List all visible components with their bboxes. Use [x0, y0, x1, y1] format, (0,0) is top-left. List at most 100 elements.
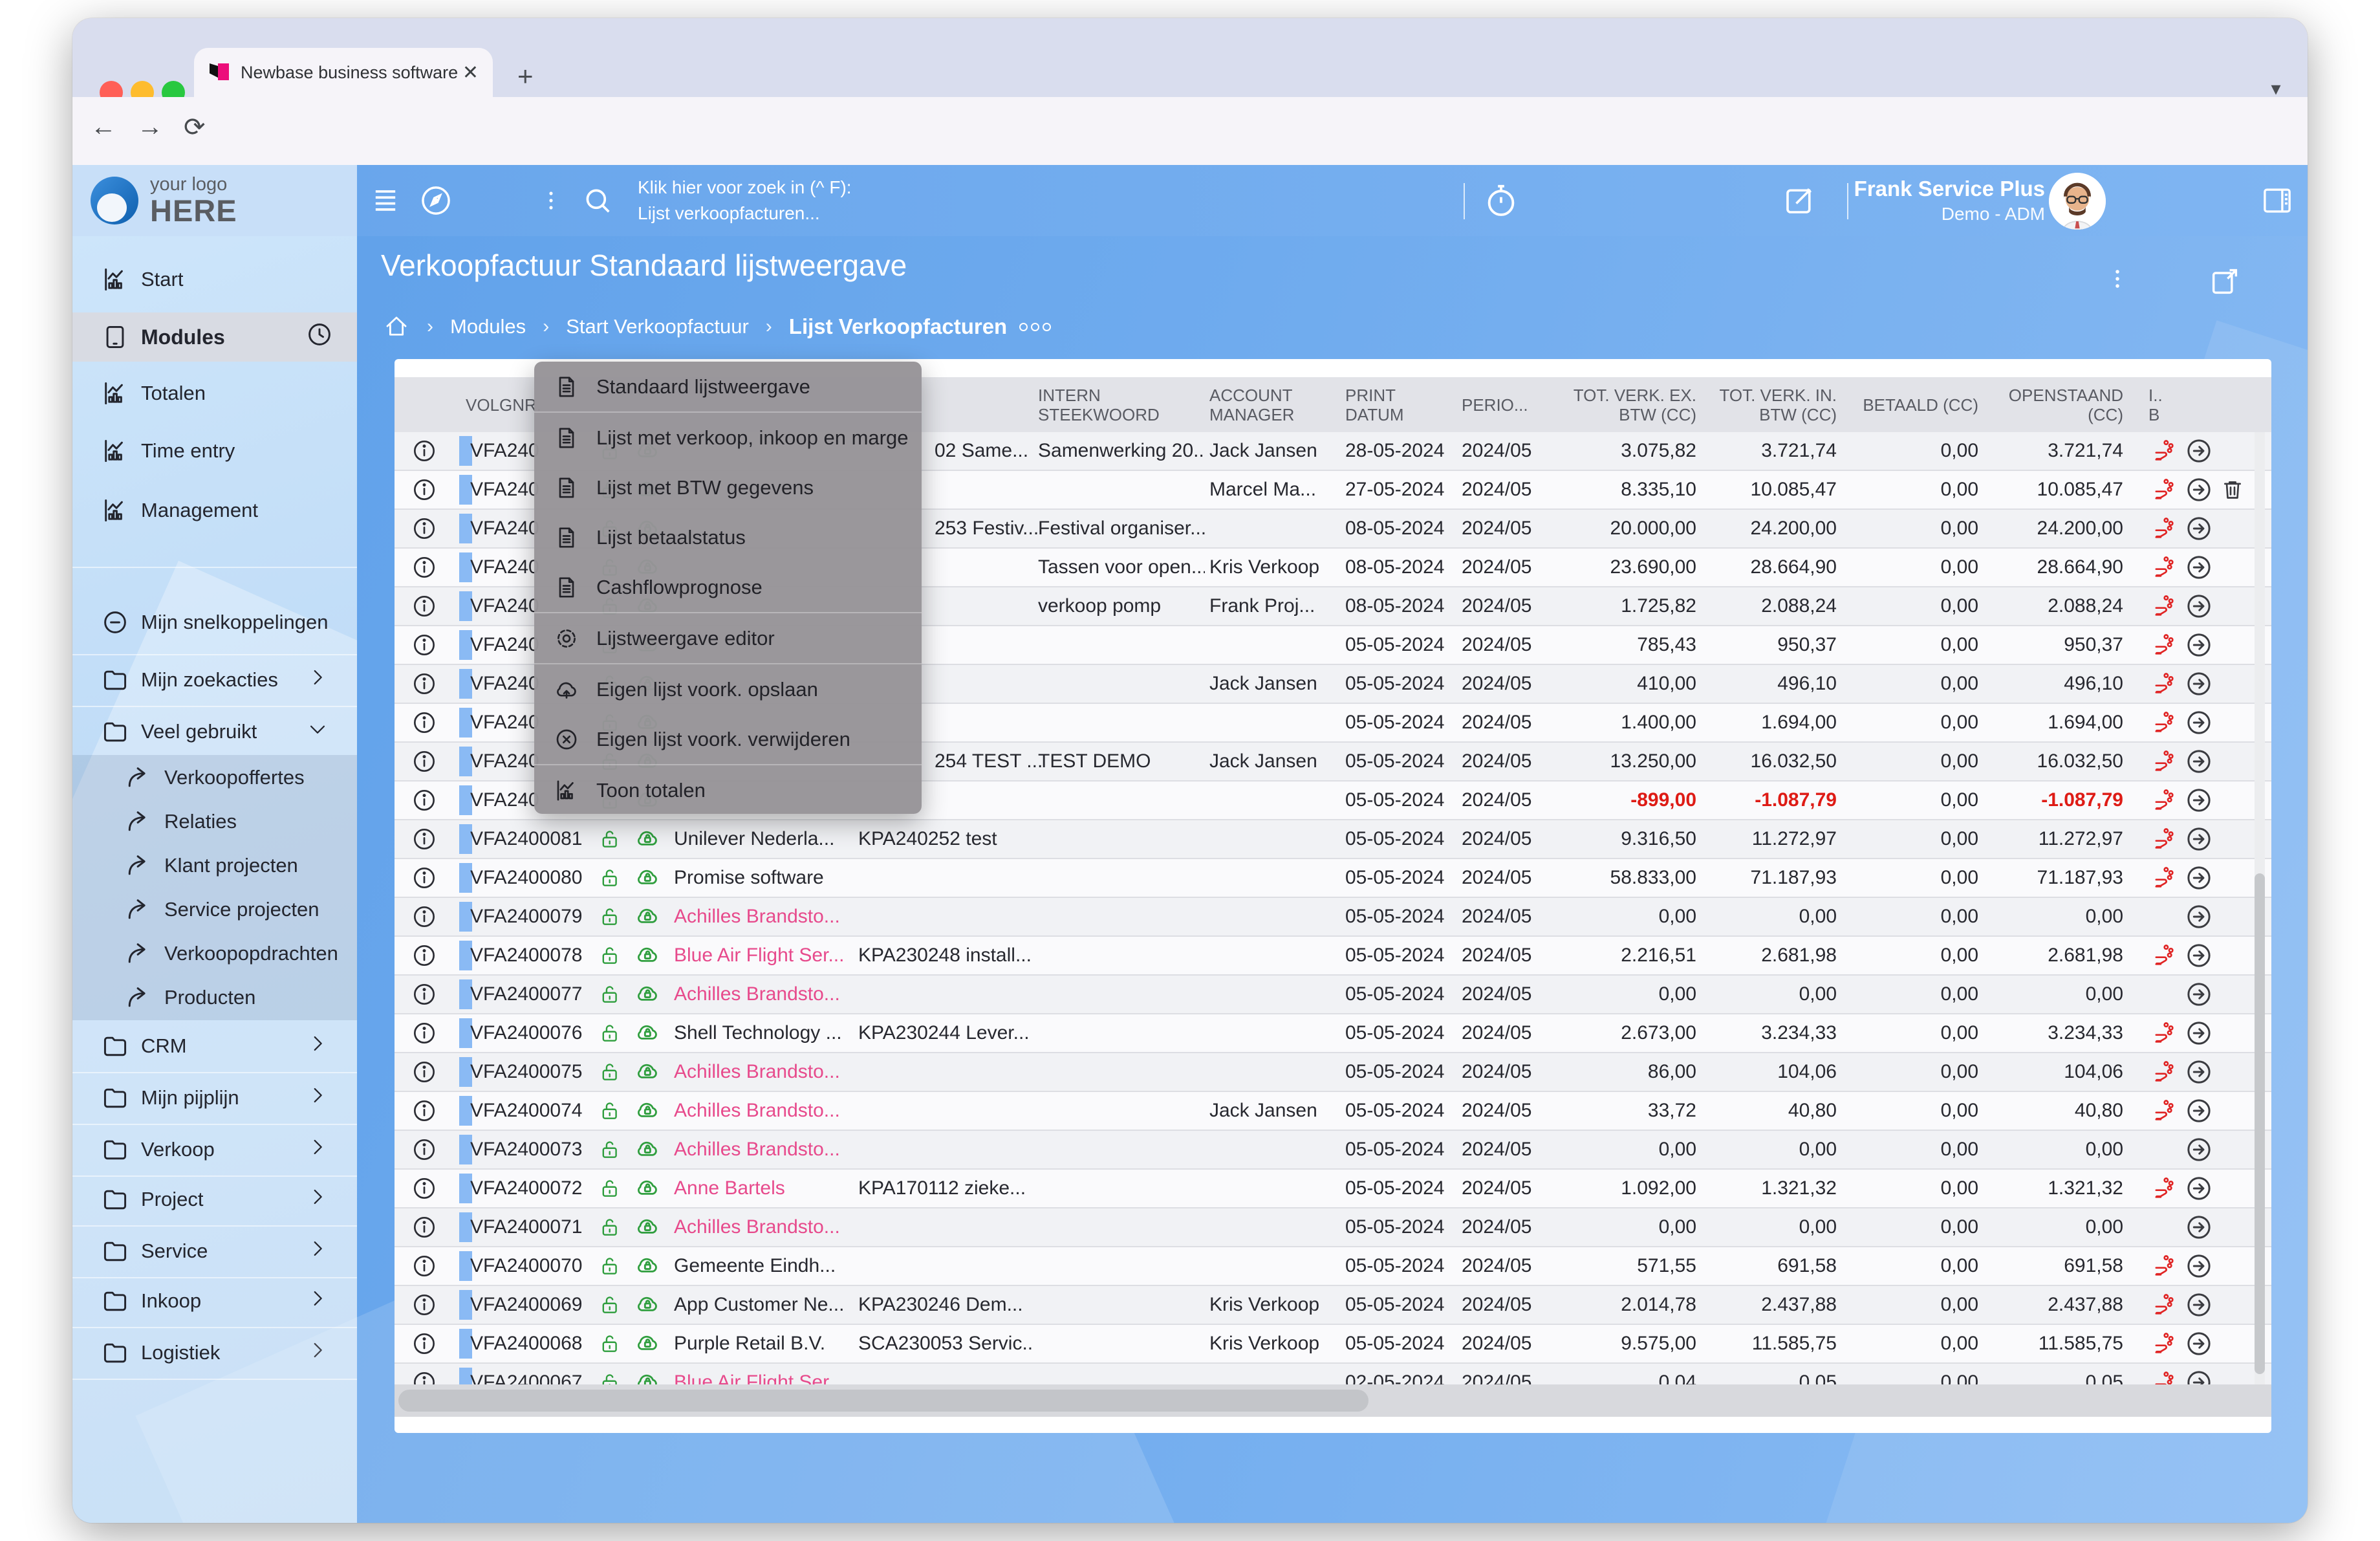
sidebar-item-veel-gebruikt[interactable]: Veel gebruikt	[72, 708, 357, 755]
customer-name[interactable]: Gemeente Eindh...	[674, 1247, 854, 1285]
customer-name[interactable]: Achilles Brandsto...	[674, 1053, 854, 1091]
reload-button[interactable]: ⟳	[184, 113, 206, 142]
table-row[interactable]: VFA2400067Blue Air Flight Ser...02-05-20…	[395, 1364, 2271, 1384]
horizontal-scrollbar-thumb[interactable]	[398, 1390, 1368, 1412]
table-row[interactable]: VFA2400072Anne BartelsKPA170112 zieke...…	[395, 1170, 2271, 1208]
table-row[interactable]: VFA2400070Gemeente Eindh...05-05-2024202…	[395, 1247, 2271, 1286]
page-kebab-icon[interactable]	[2103, 265, 2132, 296]
search-icon[interactable]	[581, 165, 614, 236]
table-row[interactable]: VFA2400075Achilles Brandsto...05-05-2024…	[395, 1053, 2271, 1092]
column-header[interactable]: ACCOUNTMANAGER	[1209, 377, 1355, 432]
open-record-arrow-icon[interactable]	[2185, 1053, 2213, 1091]
payment-hand-icon[interactable]	[2152, 665, 2178, 703]
payment-hand-icon[interactable]	[2152, 549, 2178, 586]
back-button[interactable]: ←	[91, 113, 116, 142]
table-row[interactable]: VFA2400074Achilles Brandsto...Jack Janse…	[395, 1092, 2271, 1131]
sidebar-item-service-projecten[interactable]: Service projecten	[72, 886, 357, 933]
customer-name[interactable]: Purple Retail B.V.	[674, 1325, 854, 1362]
table-row[interactable]: VFA2400071Achilles Brandsto...05-05-2024…	[395, 1208, 2271, 1247]
payment-hand-icon[interactable]	[2152, 1325, 2178, 1362]
open-record-arrow-icon[interactable]	[2185, 626, 2213, 664]
customer-name[interactable]: Achilles Brandsto...	[674, 1131, 854, 1168]
customer-name[interactable]: Blue Air Flight Ser...	[674, 1364, 854, 1384]
open-record-arrow-icon[interactable]	[2185, 665, 2213, 703]
payment-hand-icon[interactable]	[2152, 432, 2178, 470]
open-record-arrow-icon[interactable]	[2185, 1208, 2213, 1246]
payment-hand-icon[interactable]	[2152, 587, 2178, 625]
menu-item-lijst-betaalstatus[interactable]: Lijst betaalstatus	[534, 512, 922, 562]
row-info-icon[interactable]	[411, 859, 437, 897]
open-record-arrow-icon[interactable]	[2185, 820, 2213, 858]
payment-hand-icon[interactable]	[2152, 1014, 2178, 1052]
row-info-icon[interactable]	[411, 1092, 437, 1130]
table-row[interactable]: VFA2400069App Customer Ne...KPA230246 De…	[395, 1286, 2271, 1325]
menu-item-eigen-lijst-voork-opslaan[interactable]: Eigen lijst voork. opslaan	[534, 664, 922, 714]
open-record-arrow-icon[interactable]	[2185, 1092, 2213, 1130]
sidebar-item-mijn-zoekacties[interactable]: Mijn zoekacties	[72, 657, 357, 703]
row-info-icon[interactable]	[411, 587, 437, 625]
sidebar-item-klant-projecten[interactable]: Klant projecten	[72, 842, 357, 889]
browser-tab[interactable]: Newbase business software ✕	[194, 48, 493, 97]
open-record-arrow-icon[interactable]	[2185, 587, 2213, 625]
payment-hand-icon[interactable]	[2152, 1170, 2178, 1207]
open-record-arrow-icon[interactable]	[2185, 976, 2213, 1013]
payment-hand-icon[interactable]	[2152, 1364, 2178, 1384]
table-row[interactable]: VFA2400076Shell Technology ...KPA230244 …	[395, 1014, 2271, 1053]
row-info-icon[interactable]	[411, 1325, 437, 1362]
row-info-icon[interactable]	[411, 1053, 437, 1091]
list-menu-icon[interactable]	[369, 165, 402, 236]
row-info-icon[interactable]	[411, 743, 437, 780]
payment-hand-icon[interactable]	[2152, 471, 2178, 508]
row-info-icon[interactable]	[411, 704, 437, 741]
sidebar-item-mijn-snelkoppelingen[interactable]: Mijn snelkoppelingen	[72, 599, 357, 646]
sidebar-item-verkoop[interactable]: Verkoop	[72, 1126, 357, 1173]
column-header[interactable]: TOT. VERK. EX.BTW (CC)	[1535, 377, 1696, 432]
sidebar-item-service[interactable]: Service	[72, 1228, 357, 1274]
table-row[interactable]: VFA2400073Achilles Brandsto...05-05-2024…	[395, 1131, 2271, 1170]
row-info-icon[interactable]	[411, 1170, 437, 1207]
compose-icon[interactable]	[1782, 165, 1817, 236]
sidebar-item-relaties[interactable]: Relaties	[72, 798, 357, 845]
table-row[interactable]: VFA2400079Achilles Brandsto...05-05-2024…	[395, 898, 2271, 937]
customer-name[interactable]: Shell Technology ...	[674, 1014, 854, 1052]
column-header[interactable]: INTERNSTEEKWOORD	[1038, 377, 1206, 432]
row-info-icon[interactable]	[411, 471, 437, 508]
payment-hand-icon[interactable]	[2152, 1247, 2178, 1285]
column-header[interactable]: OPENSTAAND(CC)	[1979, 377, 2123, 432]
row-info-icon[interactable]	[411, 549, 437, 586]
row-info-icon[interactable]	[411, 432, 437, 470]
payment-hand-icon[interactable]	[2152, 704, 2178, 741]
customer-name[interactable]: Achilles Brandsto...	[674, 1092, 854, 1130]
stopwatch-icon[interactable]	[1482, 165, 1520, 236]
sidebar-item-start[interactable]: Start	[72, 256, 357, 303]
table-row[interactable]: VFA2400078Blue Air Flight Ser...KPA23024…	[395, 937, 2271, 976]
sidebar-item-inkoop[interactable]: Inkoop	[72, 1278, 357, 1324]
close-tab-icon[interactable]: ✕	[462, 61, 479, 84]
menu-item-standaard-lijstweergave[interactable]: Standaard lijstweergave	[534, 362, 922, 411]
column-header[interactable]: TOT. VERK. IN.BTW (CC)	[1701, 377, 1837, 432]
customer-name[interactable]: Blue Air Flight Ser...	[674, 937, 854, 974]
open-record-arrow-icon[interactable]	[2185, 1131, 2213, 1168]
open-record-arrow-icon[interactable]	[2185, 937, 2213, 974]
open-record-arrow-icon[interactable]	[2185, 781, 2213, 819]
new-tab-button[interactable]: +	[517, 61, 534, 92]
open-record-arrow-icon[interactable]	[2185, 859, 2213, 897]
customer-name[interactable]: Anne Bartels	[674, 1170, 854, 1207]
breadcrumb-more-icon[interactable]	[1016, 323, 1051, 331]
menu-item-toon-totalen[interactable]: Toon totalen	[534, 765, 922, 814]
payment-hand-icon[interactable]	[2152, 1053, 2178, 1091]
row-info-icon[interactable]	[411, 626, 437, 664]
payment-hand-icon[interactable]	[2152, 820, 2178, 858]
open-record-arrow-icon[interactable]	[2185, 549, 2213, 586]
sidebar-item-management[interactable]: Management	[72, 487, 357, 534]
sidebar-item-project[interactable]: Project	[72, 1176, 357, 1223]
customer-name[interactable]: Achilles Brandsto...	[674, 976, 854, 1013]
table-row[interactable]: VFA2400080Promise software05-05-20242024…	[395, 859, 2271, 898]
payment-hand-icon[interactable]	[2152, 937, 2178, 974]
menu-item-eigen-lijst-voork-verwijderen[interactable]: Eigen lijst voork. verwijderen	[534, 714, 922, 764]
payment-hand-icon[interactable]	[2152, 1286, 2178, 1324]
row-info-icon[interactable]	[411, 781, 437, 819]
sidebar-item-mijn-pijplijn[interactable]: Mijn pijplijn	[72, 1075, 357, 1121]
open-record-arrow-icon[interactable]	[2185, 898, 2213, 935]
row-info-icon[interactable]	[411, 510, 437, 547]
